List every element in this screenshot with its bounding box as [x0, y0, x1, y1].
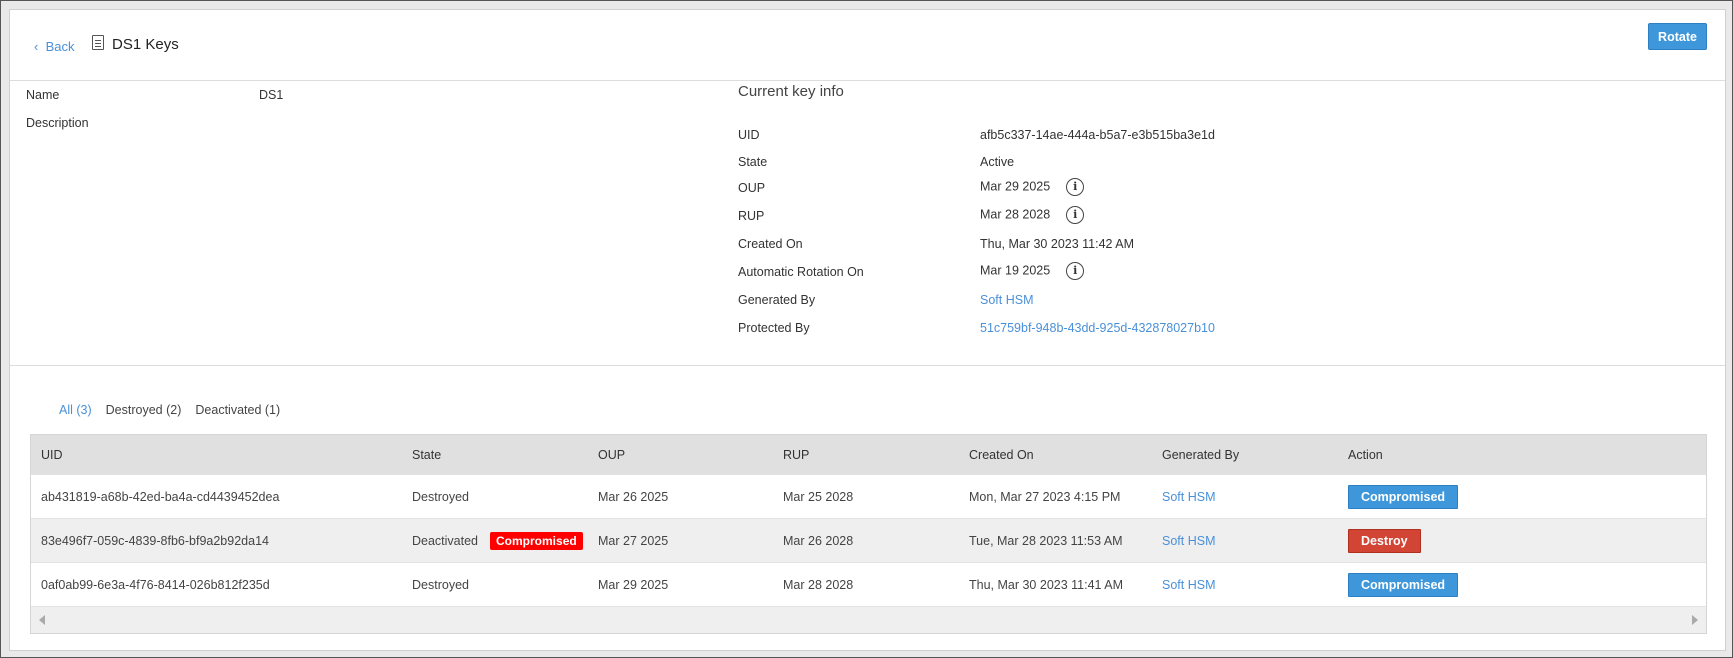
back-link[interactable]: ‹ Back [34, 39, 74, 54]
info-icon[interactable]: i [1066, 206, 1085, 224]
key-info-label: Created On [738, 237, 803, 251]
key-info-value: Active [980, 155, 1014, 169]
created-on-cell: Tue, Mar 28 2023 11:53 AM [969, 533, 1123, 548]
state-text: Destroyed [412, 577, 469, 592]
chevron-left-icon: ‹ [34, 39, 46, 54]
divider [10, 365, 1725, 366]
tab-filter[interactable]: Deactivated (1) [195, 403, 280, 417]
column-header: Created On [969, 447, 1034, 462]
uid-cell: 83e496f7-059c-4839-8fb6-bf9a2b92da14 [41, 533, 269, 548]
destroy-button[interactable]: Destroy [1348, 528, 1421, 553]
key-info-label: State [738, 155, 768, 169]
key-info-label: Protected By [738, 321, 810, 335]
uid-cell: 0af0ab99-6e3a-4f76-8414-026b812f235d [41, 577, 270, 592]
window-frame: ‹ Back DS1 Keys Rotate Name DS1 Descript… [0, 0, 1733, 658]
created-on-cell: Thu, Mar 30 2023 11:41 AM [969, 577, 1124, 592]
state-cell: Deactivated Compromised [412, 519, 583, 562]
oup-cell: Mar 29 2025 [598, 577, 669, 592]
document-icon [92, 35, 104, 50]
key-info-value: Mar 29 2025 i [980, 178, 1085, 196]
name-label: Name [26, 88, 60, 102]
generated-by-link[interactable]: Soft HSM [1162, 519, 1216, 562]
rotate-button[interactable]: Rotate [1648, 23, 1707, 50]
key-info-label: UID [738, 128, 760, 142]
key-info-label: RUP [738, 209, 765, 223]
state-text: Deactivated [412, 533, 479, 548]
column-header: Generated By [1162, 447, 1240, 462]
column-header: State [412, 447, 442, 462]
column-header: UID [41, 447, 63, 462]
filter-tabs: All (3) Destroyed (2) Deactivated (1) [59, 403, 294, 417]
state-cell: Destroyed [412, 475, 469, 518]
oup-cell: Mar 26 2025 [598, 489, 669, 504]
key-info-text: Mar 29 2025 [980, 179, 1051, 194]
key-info-text: Mar 19 2025 [980, 263, 1051, 278]
column-header: OUP [598, 447, 626, 462]
key-info-text: Active [980, 155, 1015, 169]
key-info-value: Soft HSM [980, 293, 1034, 307]
compromised-button[interactable]: Compromised [1348, 572, 1459, 597]
key-info-value: Mar 19 2025 i [980, 262, 1085, 280]
table-row: ab431819-a68b-42ed-ba4a-cd4439452dea Des… [31, 475, 1706, 519]
uid-cell: ab431819-a68b-42ed-ba4a-cd4439452dea [41, 489, 280, 504]
oup-cell: Mar 27 2025 [598, 533, 669, 548]
key-info-label: OUP [738, 181, 766, 195]
key-info-value: Mar 28 2028 i [980, 206, 1085, 224]
scroll-left-icon[interactable] [39, 615, 45, 625]
rup-cell: Mar 25 2028 [783, 489, 854, 504]
info-icon[interactable]: i [1066, 262, 1085, 280]
column-header: Action [1348, 447, 1383, 462]
generated-by-link[interactable]: Soft HSM [1162, 475, 1216, 518]
action-cell: Compromised [1348, 563, 1459, 606]
description-label: Description [26, 116, 89, 130]
table-header: UID State OUP RUP Created On Generated By Acti… [31, 435, 1706, 475]
tab-filter[interactable]: All (3) [59, 403, 92, 417]
state-text: Destroyed [412, 489, 469, 504]
name-value: DS1 [259, 88, 284, 102]
rup-cell: Mar 28 2028 [783, 577, 854, 592]
key-info-value: Thu, Mar 30 2023 11:42 AM [980, 237, 1134, 251]
key-info-text: Thu, Mar 30 2023 11:42 AM [980, 237, 1135, 251]
rup-cell: Mar 26 2028 [783, 533, 854, 548]
tab-filter[interactable]: Destroyed (2) [106, 403, 182, 417]
action-cell: Destroy [1348, 519, 1421, 562]
column-header: RUP [783, 447, 810, 462]
info-icon[interactable]: i [1066, 178, 1085, 196]
key-details-panel: ‹ Back DS1 Keys Rotate Name DS1 Descript… [9, 9, 1726, 651]
compromised-badge: Compromised [490, 531, 583, 550]
generated-by-link[interactable]: Soft HSM [1162, 563, 1216, 606]
key-info-text: Mar 28 2028 [980, 207, 1051, 222]
table-row: 83e496f7-059c-4839-8fb6-bf9a2b92da14 Dea… [31, 519, 1706, 563]
page-title: DS1 Keys [112, 36, 179, 53]
horizontal-scrollbar[interactable] [31, 607, 1706, 633]
current-key-info-heading: Current key info [738, 83, 844, 100]
compromised-button[interactable]: Compromised [1348, 484, 1459, 509]
keys-table: UID State OUP RUP Created On Generated By Acti… [30, 434, 1707, 634]
key-info-value: afb5c337-14ae-444a-b5a7-e3b515ba3e1d [980, 128, 1215, 142]
state-cell: Destroyed [412, 563, 469, 606]
key-info-link[interactable]: 51c759bf-948b-43dd-925d-432878027b10 [980, 321, 1215, 335]
key-info-text: afb5c337-14ae-444a-b5a7-e3b515ba3e1d [980, 128, 1215, 142]
key-info-link[interactable]: Soft HSM [980, 293, 1034, 307]
table-row: 0af0ab99-6e3a-4f76-8414-026b812f235d Des… [31, 563, 1706, 607]
scroll-right-icon[interactable] [1692, 615, 1698, 625]
page-header: ‹ Back DS1 Keys Rotate [10, 10, 1725, 81]
created-on-cell: Mon, Mar 27 2023 4:15 PM [969, 489, 1121, 504]
key-info-label: Automatic Rotation On [738, 265, 864, 279]
key-info-label: Generated By [738, 293, 816, 307]
action-cell: Compromised [1348, 475, 1459, 518]
key-info-value: 51c759bf-948b-43dd-925d-432878027b10 [980, 321, 1215, 335]
